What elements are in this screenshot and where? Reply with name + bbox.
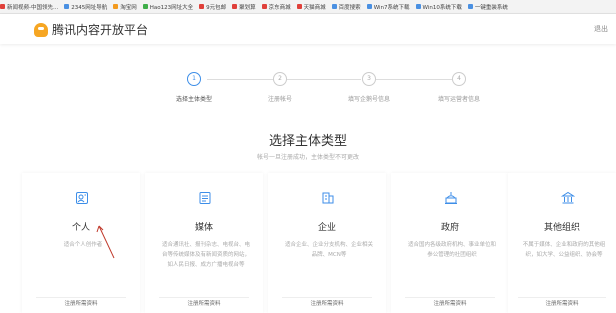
site-icon: [64, 4, 70, 9]
card-description: 适合个人创作者: [63, 242, 103, 248]
bookmark-item[interactable]: 聚划算: [232, 3, 256, 11]
card-description: 适合国内各级政府机构、事业单位和参公管理的社团组织: [407, 242, 496, 258]
step-label: 填写运营者信息: [437, 96, 480, 103]
card-enterprise[interactable]: 企业 适合企业、企业分支机构、企业相关品牌、MCN等 注册所需资料: [268, 173, 386, 313]
brand-name: 腾讯内容开放平台: [52, 23, 149, 37]
requirements-button[interactable]: 注册所需资料: [518, 297, 606, 310]
card-title: 政府: [440, 223, 459, 233]
requirements-button[interactable]: 注册所需资料: [405, 297, 495, 310]
card-description: 不属于媒体、企业和政府的其他组织，如大学、公益组织、协会等: [522, 242, 606, 258]
site-icon: [199, 4, 205, 9]
requirements-button[interactable]: 注册所需资料: [159, 297, 249, 310]
step-number: 4: [452, 72, 466, 86]
step-select-type: 1 选择主体类型: [154, 72, 234, 103]
bookmark-item[interactable]: 新闻视频-中国领先...: [0, 3, 58, 11]
site-icon: [0, 4, 5, 9]
card-description: 适合通讯社、报刊杂志、电视台、电台等传统媒体及有新闻资质的网站，如人民日报、成方…: [161, 242, 250, 268]
government-icon: [445, 192, 457, 204]
bookmark-item[interactable]: 2345网址导航: [64, 3, 107, 11]
card-title: 个人: [71, 223, 90, 233]
site-icon: [366, 4, 372, 9]
step-label: 填写企鹅号信息: [347, 96, 390, 103]
step-number: 3: [362, 72, 376, 86]
bookmark-item[interactable]: 天猫商城: [296, 3, 326, 11]
card-government[interactable]: 政府 适合国内各级政府机构、事业单位和参公管理的社团组织 注册所需资料: [391, 173, 509, 313]
building-icon: [322, 192, 334, 204]
site-icon: [232, 4, 238, 9]
page-title: 选择主体类型: [268, 134, 347, 149]
site-icon: [113, 4, 119, 9]
progress-steps: 1 选择主体类型 2 注册帐号 3 填写企鹅号信息 4 填写运营者信息: [160, 72, 490, 112]
site-icon: [467, 4, 473, 9]
card-media[interactable]: 媒体 适合通讯社、报刊杂志、电视台、电台等传统媒体及有新闻资质的网站，如人民日报…: [145, 173, 263, 313]
requirements-button[interactable]: 注册所需资料: [36, 297, 126, 310]
bookmark-item[interactable]: Win7系统下载: [366, 3, 410, 11]
person-card-icon: [76, 192, 88, 204]
step-register: 2 注册帐号: [240, 72, 320, 103]
bookmark-item[interactable]: 淘宝网: [113, 3, 137, 11]
requirements-button[interactable]: 注册所需资料: [282, 297, 372, 310]
card-description: 适合企业、企业分支机构、企业相关品牌、MCN等: [284, 242, 373, 258]
bookmark-item[interactable]: Win10系统下载: [415, 3, 462, 11]
bookmark-item[interactable]: 一键重装系统: [467, 3, 508, 11]
site-icon: [331, 4, 337, 9]
step-number: 2: [273, 72, 287, 86]
entity-type-cards: 个人 适合个人创作者 注册所需资料 媒体 适合通讯社、报刊杂志、电视台、电台等传…: [0, 165, 616, 313]
card-other-org[interactable]: 其他组织 不属于媒体、企业和政府的其他组织，如大学、公益组织、协会等 注册所需资…: [508, 173, 616, 313]
card-individual[interactable]: 个人 适合个人创作者 注册所需资料: [22, 173, 140, 313]
penguin-logo-icon: [34, 22, 48, 37]
newspaper-icon: [199, 192, 211, 204]
institution-icon: [561, 191, 575, 204]
card-title: 其他组织: [543, 223, 580, 233]
bookmarks-bar: 新闻视频-中国领先... 2345网址导航 淘宝网 Hao123网址大全 9元包…: [0, 0, 616, 14]
site-icon: [142, 4, 148, 9]
step-label: 选择主体类型: [175, 96, 212, 103]
card-title: 企业: [317, 223, 336, 233]
site-icon: [296, 4, 302, 9]
site-icon: [261, 4, 267, 9]
page-header: 腾讯内容开放平台 退出: [0, 14, 616, 44]
exit-link[interactable]: 退出: [594, 24, 608, 34]
bookmark-item[interactable]: 9元包邮: [199, 3, 226, 11]
step-label: 注册帐号: [267, 96, 292, 103]
bookmark-item[interactable]: Hao123网址大全: [142, 3, 193, 11]
card-title: 媒体: [194, 223, 213, 233]
bookmark-item[interactable]: 京东商城: [261, 3, 291, 11]
step-operator-info: 4 填写运营者信息: [419, 72, 499, 103]
step-number: 1: [187, 72, 201, 86]
page-subtitle: 帐号一旦注册成功，主体类型不可更改: [256, 154, 359, 161]
site-icon: [415, 4, 421, 9]
bookmark-item[interactable]: 百度搜索: [331, 3, 361, 11]
brand-logo[interactable]: 腾讯内容开放平台: [34, 21, 148, 38]
step-account-info: 3 填写企鹅号信息: [329, 72, 409, 103]
